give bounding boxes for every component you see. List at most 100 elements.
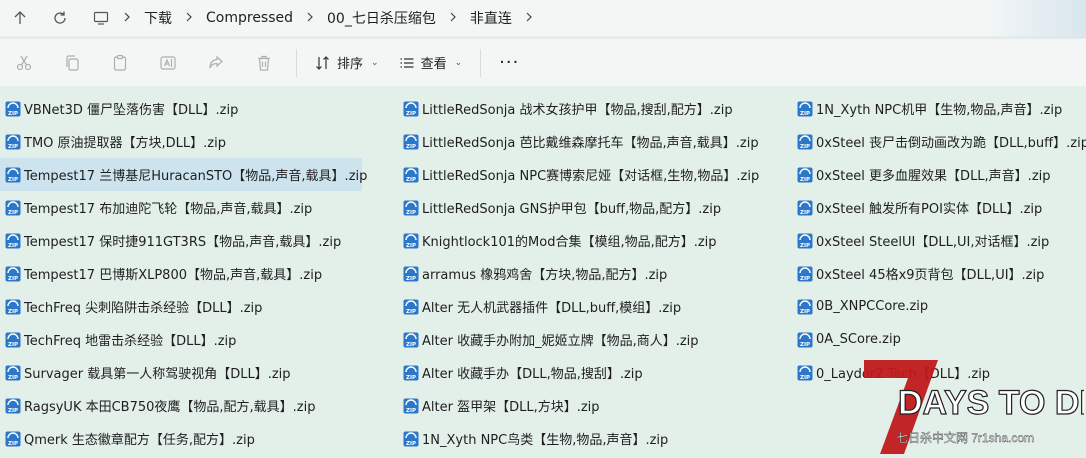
zip-file-icon: ZIP (5, 200, 21, 216)
file-name: 0xSteel 触发所有POI实体【DLL】.zip (816, 202, 1043, 217)
zip-file-icon: ZIP (797, 134, 813, 150)
toolbar-divider (296, 48, 297, 77)
file-item[interactable]: ZIP 1N_Xyth NPC鸟类【生物,物品,声音】.zip (398, 422, 788, 455)
file-item[interactable]: ZIP Qmerk 生态徽章配方【任务,配方】.zip (0, 422, 362, 455)
file-item[interactable]: ZIP LittleRedSonja NPC赛博索尼娅【对话框,生物,物品】.zi… (398, 158, 788, 191)
zip-file-icon: ZIP (5, 266, 21, 282)
toolbar-divider (480, 48, 482, 77)
svg-text:ZIP: ZIP (8, 375, 18, 381)
copy-button[interactable] (48, 43, 96, 83)
refresh-button[interactable] (40, 2, 80, 34)
zip-file-icon: ZIP (797, 101, 813, 117)
file-item[interactable]: ZIP Alter 收藏手办附加_妮姬立牌【物品,商人】.zip (398, 323, 788, 356)
zip-file-icon: ZIP (797, 332, 813, 348)
svg-text:ZIP: ZIP (406, 441, 416, 447)
file-item[interactable]: ZIP 0xSteel 触发所有POI实体【DLL】.zip (792, 191, 1086, 224)
logo-subtitle: 七日杀中文网 7r1sha.com (896, 430, 1034, 445)
up-button[interactable] (0, 2, 40, 34)
svg-text:ZIP: ZIP (8, 441, 18, 447)
file-item[interactable]: ZIP 1N_Xyth NPC机甲【生物,物品,声音】.zip (792, 92, 1086, 125)
file-item[interactable]: ZIP LittleRedSonja 芭比戴维森摩托车【物品,声音,载具】.zip (398, 125, 788, 158)
file-item[interactable]: ZIP 0A_SCore.zip (792, 323, 1086, 356)
breadcrumb-item-current[interactable]: 非直连 (464, 8, 518, 28)
file-name: 0xSteel 丧尸击倒动画改为跪【DLL,buff】.zip (816, 136, 1086, 151)
file-name: Tempest17 巴博斯XLP800【物品,声音,载具】.zip (24, 268, 323, 283)
rename-icon (160, 55, 176, 70)
file-item[interactable]: ZIP Alter 盔甲架【DLL,方块】.zip (398, 389, 788, 422)
rename-button[interactable] (144, 43, 192, 83)
file-item[interactable]: ZIP Knightlock101的Mod合集【模组,物品,配方】.zip (398, 224, 788, 257)
file-item[interactable]: ZIP Alter 无人机武器插件【DLL,buff,模组】.zip (398, 290, 788, 323)
view-button[interactable]: 查看 ⌄ (389, 46, 473, 80)
file-column-1: ZIP VBNet3D 僵尸坠落伤害【DLL】.zip ZIP TMO 原油提取器【方… (0, 92, 367, 455)
file-item[interactable]: ZIP RagsyUK 本田CB750夜鹰【物品,配方,载具】.zip (0, 389, 362, 422)
svg-text:ZIP: ZIP (8, 210, 18, 216)
file-item[interactable]: ZIP TechFreq 地雷击杀经验【DLL】.zip (0, 323, 362, 356)
cut-button[interactable] (0, 43, 48, 83)
view-list-icon (400, 57, 414, 68)
zip-file-icon: ZIP (797, 365, 813, 381)
more-options-button[interactable]: ··· (489, 52, 529, 73)
file-item[interactable]: ZIP LittleRedSonja 战术女孩护甲【物品,搜刮,配方】.zip (398, 92, 788, 125)
file-item[interactable]: ZIP arramus 橡鸦鸡舍【方块,物品,配方】.zip (398, 257, 788, 290)
zip-file-icon: ZIP (797, 266, 813, 282)
zip-file-icon: ZIP (797, 200, 813, 216)
file-item[interactable]: ZIP VBNet3D 僵尸坠落伤害【DLL】.zip (0, 92, 362, 125)
delete-button[interactable] (240, 43, 288, 83)
file-name: VBNet3D 僵尸坠落伤害【DLL】.zip (24, 103, 239, 118)
file-item[interactable]: ZIP 0xSteel 更多血腥效果【DLL,声音】.zip (792, 158, 1086, 191)
svg-text:ZIP: ZIP (8, 342, 18, 348)
file-item[interactable]: ZIP TechFreq 尖刺陷阱击杀经验【DLL】.zip (0, 290, 362, 323)
monitor-icon[interactable] (86, 2, 116, 34)
zip-file-icon: ZIP (403, 266, 419, 282)
sort-button[interactable]: 排序 ⌄ (305, 46, 389, 80)
file-item[interactable]: ZIP Tempest17 布加迪陀飞轮【物品,声音,载具】.zip (0, 191, 362, 224)
svg-text:ZIP: ZIP (8, 243, 18, 249)
zip-file-icon: ZIP (5, 365, 21, 381)
file-item[interactable]: ZIP TMO 原油提取器【方块,DLL】.zip (0, 125, 362, 158)
file-item[interactable]: ZIP 0xSteel SteelUI【DLL,UI,对话框】.zip (792, 224, 1086, 257)
file-item[interactable]: ZIP 0B_XNPCCore.zip (792, 290, 1086, 323)
file-name: TechFreq 地雷击杀经验【DLL】.zip (24, 334, 237, 349)
file-item[interactable]: ZIP 0xSteel 丧尸击倒动画改为跪【DLL,buff】.zip (792, 125, 1086, 158)
file-item[interactable]: ZIP Survager 载具第一人称驾驶视角【DLL】.zip (0, 356, 362, 389)
zip-file-icon: ZIP (403, 167, 419, 183)
logo-title: DAYS TO DIE (898, 384, 1084, 422)
svg-text:ZIP: ZIP (800, 309, 810, 315)
zip-file-icon: ZIP (5, 134, 21, 150)
file-name: Survager 载具第一人称驾驶视角【DLL】.zip (24, 367, 291, 382)
svg-text:ZIP: ZIP (800, 144, 810, 150)
zip-file-icon: ZIP (5, 398, 21, 414)
file-item[interactable]: ZIP Tempest17 巴博斯XLP800【物品,声音,载具】.zip (0, 257, 362, 290)
breadcrumb-item-downloads[interactable]: 下载 (138, 8, 178, 28)
trash-icon (258, 55, 270, 71)
zip-file-icon: ZIP (5, 101, 21, 117)
file-item[interactable]: ZIP LittleRedSonja GNS护甲包【buff,物品,配方】.zip (398, 191, 788, 224)
svg-text:ZIP: ZIP (406, 177, 416, 183)
share-button[interactable] (192, 43, 240, 83)
zip-file-icon: ZIP (403, 332, 419, 348)
file-item[interactable]: ZIP Tempest17 兰博基尼HuracanSTO【物品,声音,载具】.zi… (0, 158, 367, 191)
svg-text:ZIP: ZIP (800, 276, 810, 282)
zip-file-icon: ZIP (403, 233, 419, 249)
file-name: 1N_Xyth NPC鸟类【生物,物品,声音】.zip (422, 433, 669, 448)
svg-text:ZIP: ZIP (8, 276, 18, 282)
svg-text:ZIP: ZIP (8, 177, 18, 183)
breadcrumb-item-archive-folder[interactable]: 00_七日杀压缩包 (321, 8, 442, 28)
breadcrumb-item-compressed[interactable]: Compressed (200, 10, 299, 26)
svg-text:ZIP: ZIP (406, 342, 416, 348)
svg-text:ZIP: ZIP (406, 408, 416, 414)
file-item[interactable]: ZIP Alter 收藏手办【DLL,物品,搜刮】.zip (398, 356, 788, 389)
zip-file-icon: ZIP (403, 398, 419, 414)
paste-button[interactable] (96, 43, 144, 83)
file-name: LittleRedSonja GNS护甲包【buff,物品,配方】.zip (422, 202, 722, 217)
file-name: 1N_Xyth NPC机甲【生物,物品,声音】.zip (816, 103, 1063, 118)
file-name: Alter 收藏手办附加_妮姬立牌【物品,商人】.zip (422, 334, 699, 349)
scissors-icon (16, 55, 32, 70)
chevron-right-icon[interactable] (518, 11, 540, 26)
zip-file-icon: ZIP (5, 332, 21, 348)
share-icon (209, 55, 223, 68)
file-item[interactable]: ZIP 0xSteel 45格x9页背包【DLL,UI】.zip (792, 257, 1086, 290)
clipboard-icon (113, 54, 127, 71)
file-item[interactable]: ZIP Tempest17 保时捷911GT3RS【物品,声音,载具】.zip (0, 224, 362, 257)
